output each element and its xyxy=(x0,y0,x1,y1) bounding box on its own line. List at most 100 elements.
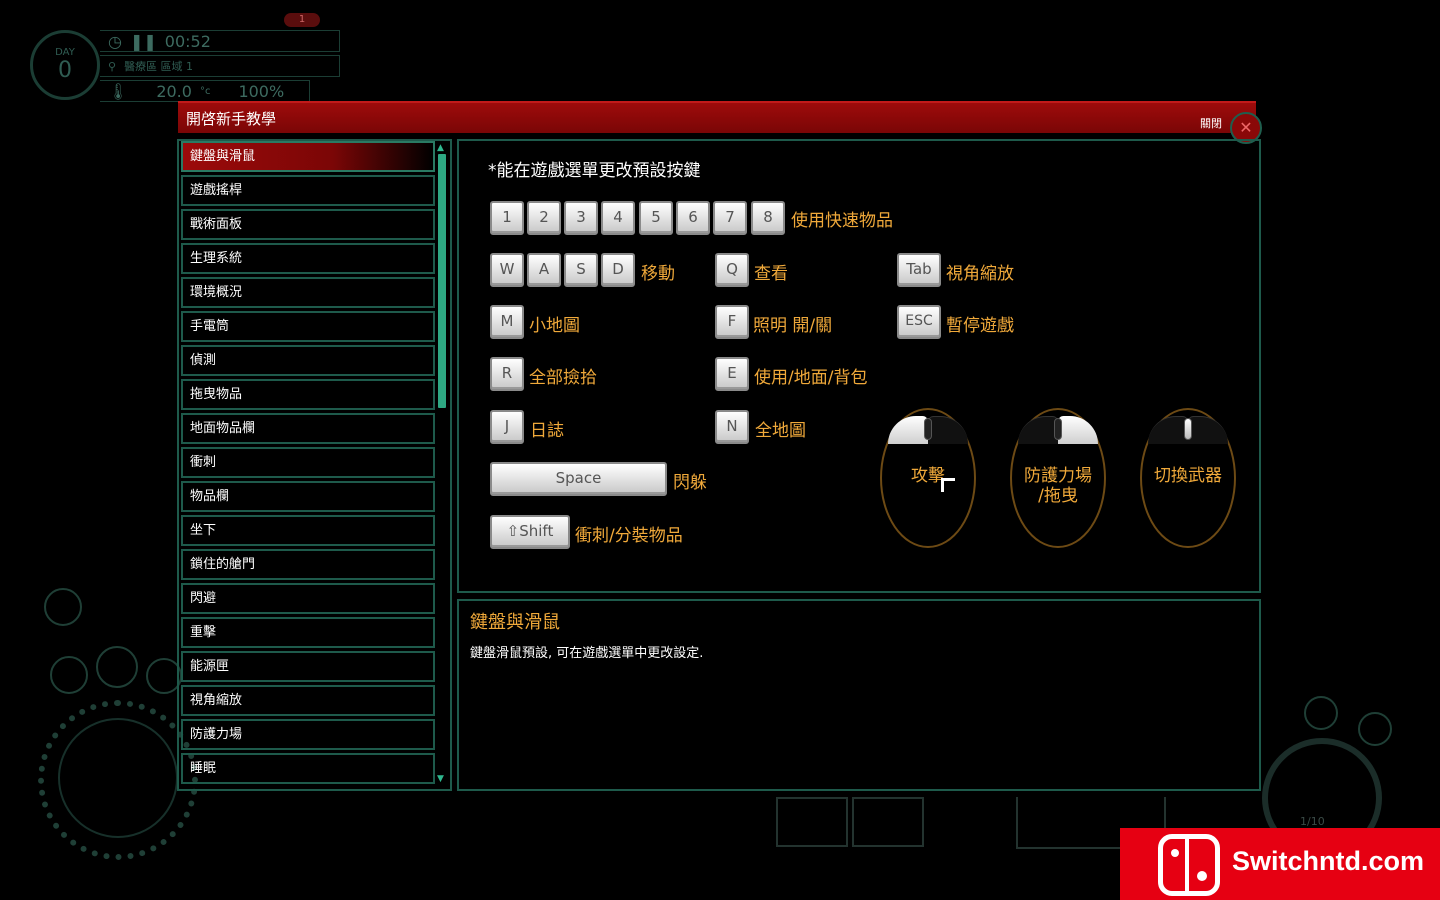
menu-item[interactable]: 戰術面板 xyxy=(181,209,435,240)
dodge-label: 閃躲 xyxy=(673,473,707,493)
menu-item[interactable]: 環境概況 xyxy=(181,277,435,308)
game-time: 00:52 xyxy=(164,31,211,51)
day-counter: DAY 0 xyxy=(30,30,100,100)
key-s: S xyxy=(564,253,598,287)
drink-status-icon xyxy=(44,588,82,626)
key-q: Q xyxy=(715,253,749,287)
mouse-wheel-diagram: 切換武器 xyxy=(1140,408,1236,548)
key-space: Space xyxy=(490,462,667,496)
key-tab: Tab xyxy=(897,253,941,287)
location-text: 醫療區 區域 1 xyxy=(124,60,194,73)
temperature-value: 20.0 xyxy=(156,81,192,101)
dialog-title: 開啓新手教學 xyxy=(186,110,277,128)
key-4: 4 xyxy=(601,201,635,235)
key-7: 7 xyxy=(713,201,747,235)
menu-item[interactable]: 手電筒 xyxy=(181,311,435,342)
menu-item[interactable]: 偵測 xyxy=(181,345,435,376)
key-d: D xyxy=(601,253,635,287)
menu-item[interactable]: 鎖住的艙門 xyxy=(181,549,435,580)
scroll-down-icon[interactable]: ▼ xyxy=(437,774,444,784)
attack-label: 攻擊 xyxy=(911,466,945,486)
switch-weapon-label: 切換武器 xyxy=(1154,466,1222,486)
key-5: 5 xyxy=(639,201,673,235)
menu-item[interactable]: 能源匣 xyxy=(181,651,435,682)
environment-bar: 🌡 20.0 °c 100% xyxy=(100,80,310,102)
oxygen-percent: 100% xyxy=(238,81,285,101)
sprint-label: 衝刺/分裝物品 xyxy=(575,526,683,546)
mouse-wheel xyxy=(924,418,932,440)
location-bar: ⚲ 醫療區 區域 1 xyxy=(100,55,340,77)
mouse-cursor-icon xyxy=(941,478,955,492)
menu-item[interactable]: 生理系統 xyxy=(181,243,435,274)
rebind-note: *能在遊戲選單更改預設按鍵 xyxy=(488,161,701,181)
joystick-inner xyxy=(58,718,178,838)
menu-item[interactable]: 衝刺 xyxy=(181,447,435,478)
key-1: 1 xyxy=(490,201,524,235)
item-counter: 1/10 xyxy=(1300,815,1325,828)
action-button-icon[interactable] xyxy=(1358,712,1392,746)
menu-item[interactable]: 拖曳物品 xyxy=(181,379,435,410)
time-bar: ◷ ❚❚ 00:52 xyxy=(100,30,340,52)
switch-logo-icon xyxy=(1158,834,1220,896)
pause-icon[interactable]: ❚❚ xyxy=(130,32,157,51)
clock-icon: ◷ xyxy=(108,31,122,51)
close-label[interactable]: 關閉 xyxy=(1200,115,1222,131)
menu-item[interactable]: 防護力場 xyxy=(181,719,435,750)
scroll-up-icon[interactable]: ▲ xyxy=(437,143,444,153)
action-button-icon[interactable] xyxy=(1304,696,1338,730)
menu-item[interactable]: 閃避 xyxy=(181,583,435,614)
menu-item[interactable]: 地面物品欄 xyxy=(181,413,435,444)
key-3: 3 xyxy=(564,201,598,235)
full-map-label: 全地圖 xyxy=(755,421,806,441)
dialog-titlebar: 開啓新手教學 關閉 xyxy=(178,101,1256,133)
pickup-label: 全部撿拾 xyxy=(529,368,597,388)
key-8: 8 xyxy=(751,201,785,235)
menu-item[interactable]: 視角縮放 xyxy=(181,685,435,716)
menu-item[interactable]: 遊戲搖桿 xyxy=(181,175,435,206)
key-6: 6 xyxy=(676,201,710,235)
mouse-wheel-highlight xyxy=(1184,418,1192,440)
light-label: 照明 開/關 xyxy=(753,316,833,336)
key-n: N xyxy=(715,410,749,444)
quick-items-label: 使用快速物品 xyxy=(791,211,893,231)
look-label: 查看 xyxy=(754,264,788,284)
journal-label: 日誌 xyxy=(530,421,564,441)
shield-label: 防護力場 /拖曳 xyxy=(1024,466,1092,506)
description-text: 鍵盤滑鼠預設, 可在遊戲選單中更改設定. xyxy=(470,646,704,661)
description-title: 鍵盤與滑鼠 xyxy=(470,612,560,633)
pause-label: 暫停遊戲 xyxy=(946,316,1014,336)
quick-slot[interactable] xyxy=(776,797,848,847)
quick-slot[interactable] xyxy=(852,797,924,847)
health-status-icon xyxy=(50,656,88,694)
thermometer-icon: 🌡 xyxy=(108,81,129,101)
key-f: F xyxy=(715,305,749,339)
zoom-label: 視角縮放 xyxy=(946,264,1014,284)
location-pin-icon: ⚲ xyxy=(108,59,117,73)
menu-item[interactable]: 坐下 xyxy=(181,515,435,546)
scroll-thumb[interactable] xyxy=(438,154,446,408)
key-e: E xyxy=(715,357,749,391)
key-2: 2 xyxy=(527,201,561,235)
key-esc: ESC xyxy=(897,305,941,339)
watermark-text: Switchntd.com xyxy=(1232,846,1425,876)
day-label: DAY xyxy=(55,47,75,58)
notification-badge: 1 xyxy=(284,13,320,27)
minimap-label: 小地圖 xyxy=(529,316,580,336)
mouse-wheel xyxy=(1054,418,1062,440)
watermark: Switchntd.com xyxy=(1120,828,1440,900)
menu-item[interactable]: 睡眠 xyxy=(181,753,435,784)
mouse-left-click-diagram: 攻擊 xyxy=(880,408,976,548)
description-panel xyxy=(457,599,1261,791)
key-m: M xyxy=(490,305,524,339)
menu-item[interactable]: 重擊 xyxy=(181,617,435,648)
menu-item[interactable]: 物品欄 xyxy=(181,481,435,512)
key-r: R xyxy=(490,357,524,391)
key-a: A xyxy=(527,253,561,287)
key-w: W xyxy=(490,253,524,287)
move-label: 移動 xyxy=(641,264,675,284)
menu-item[interactable]: 鍵盤與滑鼠 xyxy=(181,141,435,172)
key-j: J xyxy=(490,410,524,444)
use-label: 使用/地面/背包 xyxy=(754,368,868,388)
hunger-status-icon xyxy=(96,646,138,688)
mouse-right-click-diagram: 防護力場 /拖曳 xyxy=(1010,408,1106,548)
